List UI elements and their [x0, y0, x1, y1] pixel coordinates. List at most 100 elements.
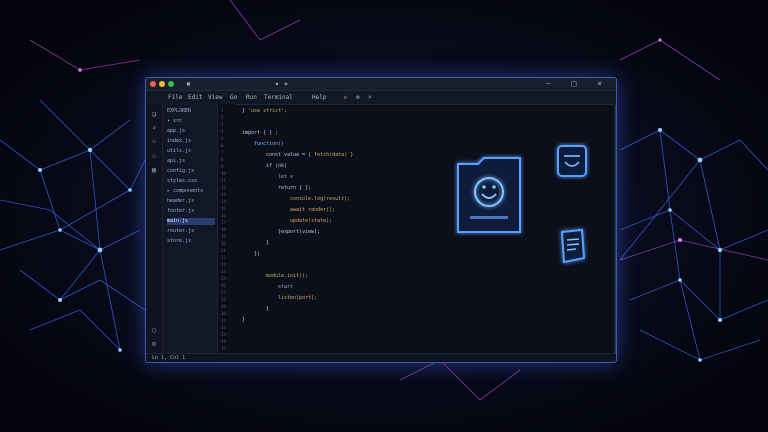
back-icon[interactable]: ◂: [274, 79, 279, 88]
files-icon[interactable]: ❏: [150, 110, 158, 118]
code-line: update(state);: [290, 218, 332, 224]
search-icon[interactable]: ⌕: [150, 124, 158, 132]
line-number: 35: [221, 346, 226, 351]
run-icon[interactable]: ▷: [344, 94, 348, 101]
line-number: 5: [221, 136, 224, 141]
explorer-item[interactable]: main.js: [167, 218, 215, 225]
line-number: 2: [221, 115, 224, 120]
explorer-item[interactable]: config.js: [167, 168, 215, 175]
settings-icon[interactable]: ⚙: [150, 340, 158, 348]
maximize-window-button[interactable]: [168, 81, 174, 87]
line-number: 28: [221, 297, 226, 302]
code-line: function(): [254, 141, 284, 147]
code-token: const value =: [266, 152, 309, 158]
code-line: } 'use strict';: [242, 108, 287, 114]
explorer-header: EXPLORER: [167, 108, 192, 114]
line-number: 29: [221, 304, 226, 309]
line-number: 32: [221, 325, 226, 330]
search-icon[interactable]: ⌕: [368, 94, 372, 101]
code-line: start: [278, 284, 293, 290]
code-token-accent: function(): [254, 141, 285, 147]
status-text: Ln 1, Col 1: [152, 355, 186, 361]
explorer-item[interactable]: app.js: [167, 128, 215, 135]
database-icon: [557, 145, 587, 177]
code-token-accent: await render();: [290, 207, 336, 213]
file-explorer: EXPLORER ▾ src app.js index.js utils.js a…: [163, 104, 218, 354]
menu-edit[interactable]: Edit: [188, 94, 202, 101]
document-icon: [560, 228, 586, 264]
code-token: }: [242, 317, 246, 323]
debug-icon[interactable]: ⚇: [150, 152, 158, 160]
code-token-accent: console.log(result);: [290, 196, 351, 202]
gear-icon[interactable]: ⚙: [356, 94, 360, 101]
explorer-item[interactable]: header.js: [167, 198, 215, 205]
line-number: 17: [221, 220, 226, 225]
code-token-accent: return { };: [278, 185, 312, 191]
line-number: 8: [221, 157, 224, 162]
line-number: 25: [221, 276, 226, 281]
menu-go[interactable]: Go: [230, 94, 237, 101]
title-bar: ▪ ◂ ▸ – □ ×: [146, 78, 616, 91]
explorer-item[interactable]: ▾ src: [167, 118, 215, 125]
code-token-accent: listen(port);: [278, 295, 318, 301]
folder-icon: [457, 157, 521, 233]
account-icon[interactable]: ◯: [150, 326, 158, 334]
menu-bar: File Edit View Go Run Terminal Help ▷ ⚙ …: [146, 91, 616, 105]
line-number: 21: [221, 248, 226, 253]
forward-icon[interactable]: ▸: [284, 79, 289, 88]
code-token-accent: 'use strict';: [248, 108, 288, 114]
line-number: 10: [221, 171, 226, 176]
menu-terminal[interactable]: Terminal: [264, 94, 293, 101]
git-icon[interactable]: ⑂: [150, 138, 158, 146]
close-window-button[interactable]: [150, 81, 156, 87]
menu-file[interactable]: File: [168, 94, 182, 101]
minimize-window-button[interactable]: [159, 81, 165, 87]
code-editor-window: ▪ ◂ ▸ – □ × File Edit View Go Run Termin…: [145, 77, 617, 363]
explorer-item[interactable]: api.js: [167, 158, 215, 165]
extensions-icon[interactable]: ▦: [150, 166, 158, 174]
code-line: listen(port);: [278, 295, 317, 301]
code-token-accent: update(state);: [290, 218, 333, 224]
status-bar: Ln 1, Col 1: [146, 353, 616, 362]
line-number: 7: [221, 150, 224, 155]
line-number: 13: [221, 192, 226, 197]
line-number: 14: [221, 199, 226, 204]
window-controls[interactable]: – □ ×: [546, 79, 610, 88]
code-line: }export(view);: [278, 229, 320, 235]
explorer-item[interactable]: router.js: [167, 228, 215, 235]
code-line: if (ok): [266, 163, 287, 169]
explorer-item[interactable]: footer.js: [167, 208, 215, 215]
line-number: 33: [221, 332, 226, 337]
code-token-accent: { fetch(data) }: [308, 152, 354, 158]
line-number: 26: [221, 283, 226, 288]
line-number: 1: [221, 108, 224, 113]
code-token-accent: import { } ;: [242, 130, 279, 136]
line-number: 9: [221, 164, 224, 169]
code-editor[interactable]: } 'use strict'; import { } ; function() con…: [236, 104, 606, 354]
code-token: }): [254, 251, 261, 257]
line-number: 3: [221, 122, 224, 127]
code-line: let x: [278, 174, 293, 180]
line-number: 6: [221, 143, 224, 148]
code-token-accent: if (ok): [266, 163, 288, 169]
line-number: 18: [221, 227, 226, 232]
explorer-item[interactable]: styles.css: [167, 178, 215, 185]
menu-run[interactable]: Run: [246, 94, 257, 101]
line-number: 20: [221, 241, 226, 246]
activity-bar: ❏ ⌕ ⑂ ⚇ ▦ ◯ ⚙: [146, 104, 163, 362]
code-line: await render();: [290, 207, 335, 213]
menu-view[interactable]: View: [208, 94, 222, 101]
code-token-accent: let x: [278, 174, 294, 180]
code-line: }: [242, 317, 245, 323]
code-line: }: [266, 306, 269, 312]
code-token-accent: start: [278, 284, 294, 290]
line-number: 24: [221, 269, 226, 274]
explorer-item[interactable]: ▸ components: [167, 188, 215, 195]
code-line: import { } ;: [242, 130, 278, 136]
explorer-item[interactable]: index.js: [167, 138, 215, 145]
menu-help[interactable]: Help: [312, 94, 326, 101]
code-token-accent: export(view);: [281, 229, 321, 235]
line-number: 12: [221, 185, 226, 190]
explorer-item[interactable]: utils.js: [167, 148, 215, 155]
explorer-item[interactable]: store.js: [167, 238, 215, 245]
